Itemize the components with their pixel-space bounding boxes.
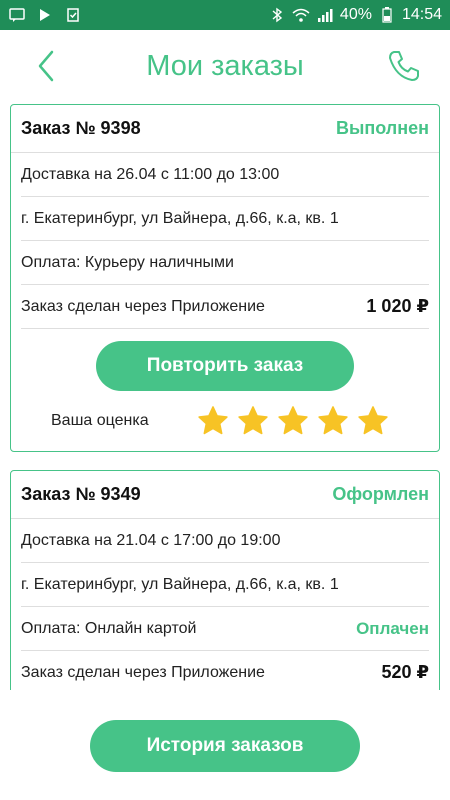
delivery-address: г. Екатеринбург, ул Вайнера, д.66, к.а, … [21, 209, 339, 227]
order-header: Заказ № 9398 Выполнен [11, 105, 439, 153]
order-header: Заказ № 9349 Оформлен [11, 471, 439, 519]
order-card: Заказ № 9398 Выполнен Доставка на 26.04 … [10, 104, 440, 452]
task-notification-icon [64, 6, 82, 24]
order-amount: 520 ₽ [381, 662, 429, 682]
payment-status: Оплачен [356, 618, 429, 638]
payment-row: Оплата: Онлайн картой Оплачен [21, 607, 429, 651]
address-row: г. Екатеринбург, ул Вайнера, д.66, к.а, … [21, 563, 429, 607]
star-icon[interactable] [357, 405, 389, 437]
rating-stars [197, 405, 389, 437]
phone-icon[interactable] [386, 48, 422, 84]
app-header: Мои заказы [0, 30, 450, 102]
source-row: Заказ сделан через Приложение 1 020 ₽ [21, 285, 429, 329]
order-source: Заказ сделан через Приложение [21, 663, 265, 681]
wifi-icon [292, 6, 310, 24]
order-card: Заказ № 9349 Оформлен Доставка на 21.04 … [10, 470, 440, 690]
bluetooth-icon [268, 6, 286, 24]
payment-method: Оплата: Онлайн картой [21, 619, 197, 637]
order-status: Оформлен [332, 484, 429, 504]
delivery-row: Доставка на 21.04 с 17:00 до 19:00 [21, 519, 429, 563]
order-amount: 1 020 ₽ [366, 296, 429, 316]
star-icon[interactable] [237, 405, 269, 437]
source-row: Заказ сделан через Приложение 520 ₽ [21, 651, 429, 690]
battery-percent: 40% [339, 6, 372, 23]
star-icon[interactable] [277, 405, 309, 437]
star-icon[interactable] [197, 405, 229, 437]
order-source: Заказ сделан через Приложение [21, 297, 265, 315]
payment-row: Оплата: Курьеру наличными [21, 241, 429, 285]
order-status: Выполнен [336, 118, 429, 138]
repeat-order-button[interactable]: Повторить заказ [96, 341, 354, 391]
order-number: Заказ № 9349 [21, 484, 141, 504]
delivery-row: Доставка на 26.04 с 11:00 до 13:00 [21, 153, 429, 197]
delivery-time: Доставка на 26.04 с 11:00 до 13:00 [21, 165, 280, 183]
delivery-time: Доставка на 21.04 с 17:00 до 19:00 [21, 531, 281, 549]
page-title: Мои заказы [146, 49, 304, 82]
sms-notification-icon [8, 6, 26, 24]
orders-list[interactable]: Заказ № 9398 Выполнен Доставка на 26.04 … [0, 102, 450, 690]
rating-row: Ваша оценка [11, 391, 439, 451]
play-store-icon [36, 6, 54, 24]
order-number: Заказ № 9398 [21, 118, 141, 138]
status-bar: 40% 14:54 [0, 0, 450, 30]
delivery-address: г. Екатеринбург, ул Вайнера, д.66, к.а, … [21, 575, 339, 593]
signal-icon [316, 6, 334, 24]
clock: 14:54 [401, 6, 442, 23]
order-history-button[interactable]: История заказов [90, 720, 360, 772]
back-arrow-icon[interactable] [30, 48, 64, 84]
rating-label: Ваша оценка [51, 412, 149, 429]
battery-icon [378, 6, 396, 24]
payment-method: Оплата: Курьеру наличными [21, 253, 234, 271]
star-icon[interactable] [317, 405, 349, 437]
address-row: г. Екатеринбург, ул Вайнера, д.66, к.а, … [21, 197, 429, 241]
